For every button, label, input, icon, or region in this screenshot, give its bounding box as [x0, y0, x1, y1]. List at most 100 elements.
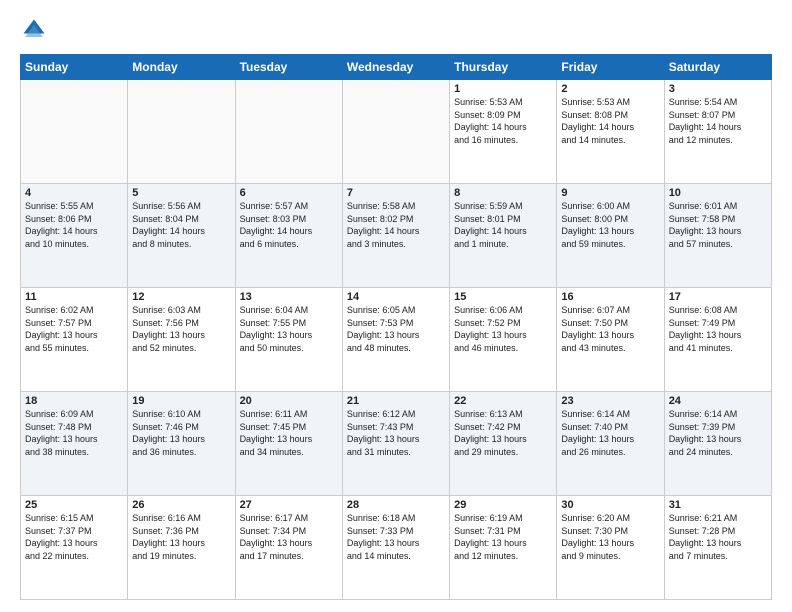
- day-info: Sunrise: 5:58 AM Sunset: 8:02 PM Dayligh…: [347, 200, 445, 250]
- calendar-table: SundayMondayTuesdayWednesdayThursdayFrid…: [20, 54, 772, 600]
- day-number: 13: [240, 291, 338, 303]
- day-cell: 29Sunrise: 6:19 AM Sunset: 7:31 PM Dayli…: [450, 496, 557, 600]
- day-number: 1: [454, 83, 552, 95]
- day-cell: 5Sunrise: 5:56 AM Sunset: 8:04 PM Daylig…: [128, 184, 235, 288]
- day-cell: 7Sunrise: 5:58 AM Sunset: 8:02 PM Daylig…: [342, 184, 449, 288]
- day-info: Sunrise: 6:11 AM Sunset: 7:45 PM Dayligh…: [240, 408, 338, 458]
- logo: [20, 16, 52, 44]
- header: [20, 16, 772, 44]
- day-cell: 28Sunrise: 6:18 AM Sunset: 7:33 PM Dayli…: [342, 496, 449, 600]
- day-cell: [342, 80, 449, 184]
- day-number: 18: [25, 395, 123, 407]
- day-number: 14: [347, 291, 445, 303]
- day-cell: 18Sunrise: 6:09 AM Sunset: 7:48 PM Dayli…: [21, 392, 128, 496]
- weekday-monday: Monday: [128, 55, 235, 80]
- day-cell: 23Sunrise: 6:14 AM Sunset: 7:40 PM Dayli…: [557, 392, 664, 496]
- day-cell: 24Sunrise: 6:14 AM Sunset: 7:39 PM Dayli…: [664, 392, 771, 496]
- weekday-wednesday: Wednesday: [342, 55, 449, 80]
- day-cell: 4Sunrise: 5:55 AM Sunset: 8:06 PM Daylig…: [21, 184, 128, 288]
- day-cell: 30Sunrise: 6:20 AM Sunset: 7:30 PM Dayli…: [557, 496, 664, 600]
- day-info: Sunrise: 6:15 AM Sunset: 7:37 PM Dayligh…: [25, 512, 123, 562]
- day-cell: 2Sunrise: 5:53 AM Sunset: 8:08 PM Daylig…: [557, 80, 664, 184]
- day-number: 17: [669, 291, 767, 303]
- day-cell: [235, 80, 342, 184]
- day-info: Sunrise: 6:00 AM Sunset: 8:00 PM Dayligh…: [561, 200, 659, 250]
- week-row-5: 25Sunrise: 6:15 AM Sunset: 7:37 PM Dayli…: [21, 496, 772, 600]
- day-cell: 13Sunrise: 6:04 AM Sunset: 7:55 PM Dayli…: [235, 288, 342, 392]
- day-info: Sunrise: 6:04 AM Sunset: 7:55 PM Dayligh…: [240, 304, 338, 354]
- day-number: 24: [669, 395, 767, 407]
- day-info: Sunrise: 6:05 AM Sunset: 7:53 PM Dayligh…: [347, 304, 445, 354]
- day-number: 19: [132, 395, 230, 407]
- week-row-2: 4Sunrise: 5:55 AM Sunset: 8:06 PM Daylig…: [21, 184, 772, 288]
- day-info: Sunrise: 6:10 AM Sunset: 7:46 PM Dayligh…: [132, 408, 230, 458]
- day-info: Sunrise: 6:21 AM Sunset: 7:28 PM Dayligh…: [669, 512, 767, 562]
- day-cell: 11Sunrise: 6:02 AM Sunset: 7:57 PM Dayli…: [21, 288, 128, 392]
- logo-icon: [20, 16, 48, 44]
- day-info: Sunrise: 5:54 AM Sunset: 8:07 PM Dayligh…: [669, 96, 767, 146]
- day-number: 25: [25, 499, 123, 511]
- day-cell: 17Sunrise: 6:08 AM Sunset: 7:49 PM Dayli…: [664, 288, 771, 392]
- weekday-tuesday: Tuesday: [235, 55, 342, 80]
- weekday-sunday: Sunday: [21, 55, 128, 80]
- day-info: Sunrise: 6:08 AM Sunset: 7:49 PM Dayligh…: [669, 304, 767, 354]
- day-info: Sunrise: 6:09 AM Sunset: 7:48 PM Dayligh…: [25, 408, 123, 458]
- week-row-4: 18Sunrise: 6:09 AM Sunset: 7:48 PM Dayli…: [21, 392, 772, 496]
- day-cell: 15Sunrise: 6:06 AM Sunset: 7:52 PM Dayli…: [450, 288, 557, 392]
- day-cell: 8Sunrise: 5:59 AM Sunset: 8:01 PM Daylig…: [450, 184, 557, 288]
- day-cell: 27Sunrise: 6:17 AM Sunset: 7:34 PM Dayli…: [235, 496, 342, 600]
- day-info: Sunrise: 5:53 AM Sunset: 8:08 PM Dayligh…: [561, 96, 659, 146]
- day-info: Sunrise: 6:19 AM Sunset: 7:31 PM Dayligh…: [454, 512, 552, 562]
- weekday-friday: Friday: [557, 55, 664, 80]
- day-info: Sunrise: 5:57 AM Sunset: 8:03 PM Dayligh…: [240, 200, 338, 250]
- day-number: 3: [669, 83, 767, 95]
- day-cell: 31Sunrise: 6:21 AM Sunset: 7:28 PM Dayli…: [664, 496, 771, 600]
- day-info: Sunrise: 6:07 AM Sunset: 7:50 PM Dayligh…: [561, 304, 659, 354]
- day-info: Sunrise: 6:14 AM Sunset: 7:39 PM Dayligh…: [669, 408, 767, 458]
- day-cell: 3Sunrise: 5:54 AM Sunset: 8:07 PM Daylig…: [664, 80, 771, 184]
- day-info: Sunrise: 6:18 AM Sunset: 7:33 PM Dayligh…: [347, 512, 445, 562]
- day-number: 4: [25, 187, 123, 199]
- day-number: 11: [25, 291, 123, 303]
- day-info: Sunrise: 5:59 AM Sunset: 8:01 PM Dayligh…: [454, 200, 552, 250]
- weekday-thursday: Thursday: [450, 55, 557, 80]
- day-info: Sunrise: 6:06 AM Sunset: 7:52 PM Dayligh…: [454, 304, 552, 354]
- day-info: Sunrise: 6:20 AM Sunset: 7:30 PM Dayligh…: [561, 512, 659, 562]
- day-number: 23: [561, 395, 659, 407]
- day-number: 22: [454, 395, 552, 407]
- week-row-3: 11Sunrise: 6:02 AM Sunset: 7:57 PM Dayli…: [21, 288, 772, 392]
- day-info: Sunrise: 6:12 AM Sunset: 7:43 PM Dayligh…: [347, 408, 445, 458]
- day-info: Sunrise: 6:17 AM Sunset: 7:34 PM Dayligh…: [240, 512, 338, 562]
- day-cell: 26Sunrise: 6:16 AM Sunset: 7:36 PM Dayli…: [128, 496, 235, 600]
- day-number: 12: [132, 291, 230, 303]
- day-number: 9: [561, 187, 659, 199]
- day-cell: [128, 80, 235, 184]
- day-cell: 20Sunrise: 6:11 AM Sunset: 7:45 PM Dayli…: [235, 392, 342, 496]
- day-number: 16: [561, 291, 659, 303]
- day-cell: [21, 80, 128, 184]
- day-cell: 6Sunrise: 5:57 AM Sunset: 8:03 PM Daylig…: [235, 184, 342, 288]
- day-number: 31: [669, 499, 767, 511]
- day-number: 10: [669, 187, 767, 199]
- day-number: 8: [454, 187, 552, 199]
- day-number: 15: [454, 291, 552, 303]
- day-number: 7: [347, 187, 445, 199]
- day-cell: 14Sunrise: 6:05 AM Sunset: 7:53 PM Dayli…: [342, 288, 449, 392]
- day-info: Sunrise: 6:03 AM Sunset: 7:56 PM Dayligh…: [132, 304, 230, 354]
- day-cell: 25Sunrise: 6:15 AM Sunset: 7:37 PM Dayli…: [21, 496, 128, 600]
- day-number: 26: [132, 499, 230, 511]
- day-number: 28: [347, 499, 445, 511]
- day-number: 5: [132, 187, 230, 199]
- day-cell: 19Sunrise: 6:10 AM Sunset: 7:46 PM Dayli…: [128, 392, 235, 496]
- weekday-header-row: SundayMondayTuesdayWednesdayThursdayFrid…: [21, 55, 772, 80]
- day-number: 29: [454, 499, 552, 511]
- day-number: 30: [561, 499, 659, 511]
- day-info: Sunrise: 6:14 AM Sunset: 7:40 PM Dayligh…: [561, 408, 659, 458]
- day-info: Sunrise: 6:01 AM Sunset: 7:58 PM Dayligh…: [669, 200, 767, 250]
- day-info: Sunrise: 5:55 AM Sunset: 8:06 PM Dayligh…: [25, 200, 123, 250]
- day-cell: 16Sunrise: 6:07 AM Sunset: 7:50 PM Dayli…: [557, 288, 664, 392]
- day-cell: 12Sunrise: 6:03 AM Sunset: 7:56 PM Dayli…: [128, 288, 235, 392]
- day-cell: 21Sunrise: 6:12 AM Sunset: 7:43 PM Dayli…: [342, 392, 449, 496]
- day-cell: 10Sunrise: 6:01 AM Sunset: 7:58 PM Dayli…: [664, 184, 771, 288]
- day-number: 20: [240, 395, 338, 407]
